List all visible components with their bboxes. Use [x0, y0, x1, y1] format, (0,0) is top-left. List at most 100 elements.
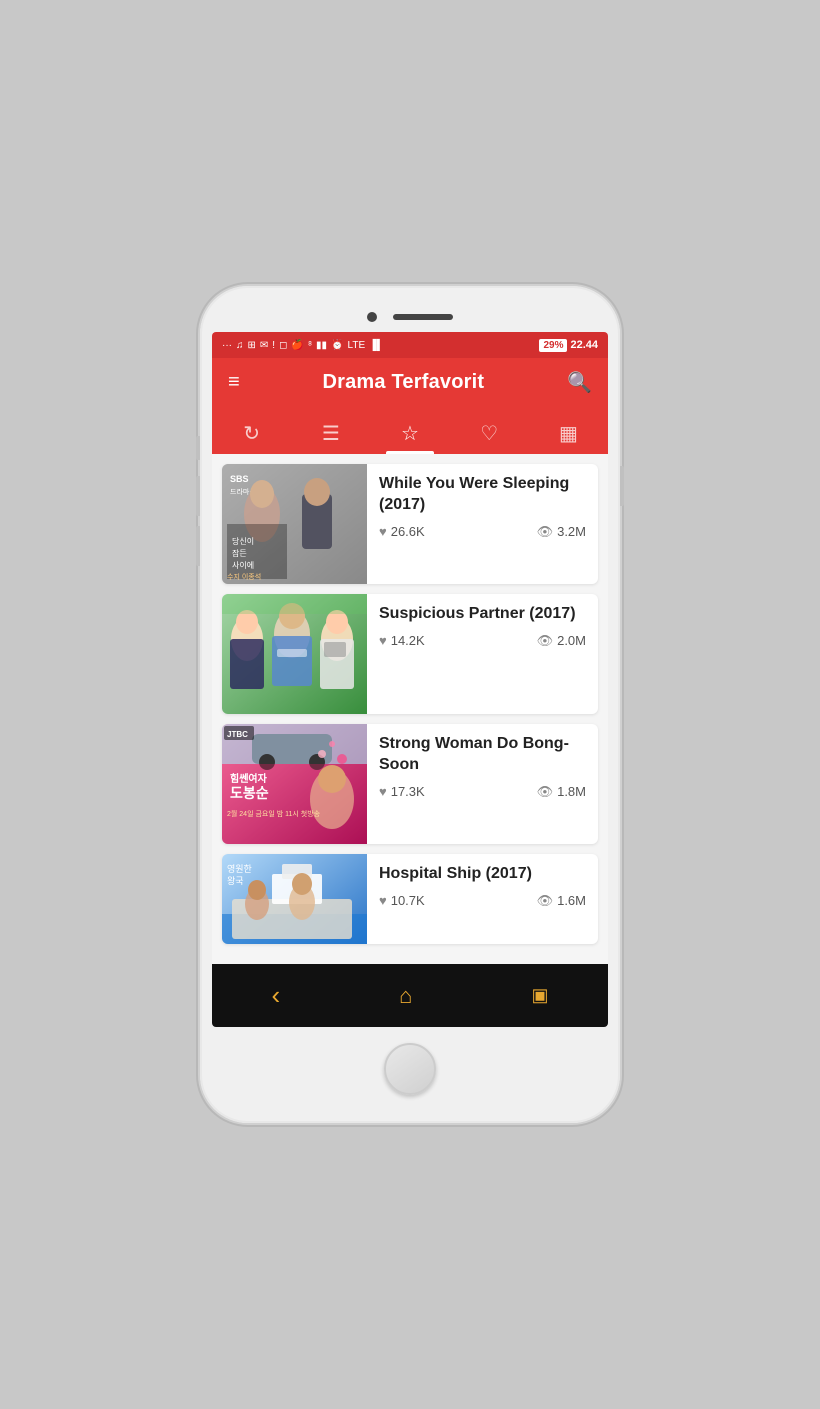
likes-stat-1: ♥ 26.6K: [379, 524, 425, 539]
status-left-icons: ··· ♫ ⊞ ✉ ! ◻ 🍎 ⁸ ▮▮ ⏰ LTE ▐▌: [222, 340, 383, 351]
svg-text:사이에: 사이에: [232, 560, 254, 570]
likes-count-2: 14.2K: [391, 633, 425, 648]
views-count-2: 2.0M: [557, 633, 586, 648]
status-icon-photo: ⊞: [248, 340, 256, 351]
back-button[interactable]: ‹: [252, 976, 301, 1015]
eye-icon-2: 👁: [537, 633, 554, 649]
tab-star[interactable]: ☆: [370, 413, 449, 454]
content-area: SBS 드라마스페셜 당신이 잠든 사이에 수지 이종석: [212, 454, 608, 964]
svg-text:수지 이종석: 수지 이종석: [227, 572, 261, 581]
svg-text:2월 24일 금요일 밤 11시 첫방송: 2월 24일 금요일 밤 11시 첫방송: [227, 809, 321, 818]
recent-apps-button[interactable]: ▣: [511, 981, 568, 1010]
phone-shell: ··· ♫ ⊞ ✉ ! ◻ 🍎 ⁸ ▮▮ ⏰ LTE ▐▌ 29% 22.44 …: [200, 286, 620, 1123]
drama-card-4-info: Hospital Ship (2017) ♥ 10.7K 👁 1.6M: [367, 854, 598, 944]
battery-indicator: 29%: [539, 339, 567, 352]
likes-stat-4: ♥ 10.7K: [379, 893, 425, 908]
status-icon-lte: LTE: [348, 340, 366, 351]
app-title: Drama Terfavorit: [322, 371, 484, 394]
heart-stat-icon-2: ♥: [379, 633, 387, 648]
tab-heart[interactable]: ♡: [450, 413, 529, 454]
status-icon-mail: ✉: [260, 340, 268, 351]
drama-stats-3: ♥ 17.3K 👁 1.8M: [379, 784, 586, 800]
eye-icon-1: 👁: [537, 524, 554, 540]
svg-text:왕국: 왕국: [227, 876, 244, 886]
refresh-icon: ↻: [243, 421, 260, 446]
likes-stat-3: ♥ 17.3K: [379, 784, 425, 799]
views-count-1: 3.2M: [557, 524, 586, 539]
drama-poster-1: SBS 드라마스페셜 당신이 잠든 사이에 수지 이종석: [222, 464, 367, 584]
tab-refresh[interactable]: ↻: [212, 413, 291, 454]
status-time: 22.44: [570, 339, 598, 351]
views-count-4: 1.6M: [557, 893, 586, 908]
heart-stat-icon-1: ♥: [379, 524, 387, 539]
svg-text:당신이: 당신이: [232, 536, 254, 546]
drama-card-1-info: While You Were Sleeping (2017) ♥ 26.6K 👁…: [367, 464, 598, 584]
status-icon-alert: !: [272, 340, 275, 351]
home-button-nav[interactable]: ⌂: [379, 979, 432, 1013]
speaker: [393, 314, 453, 320]
drama-card-4[interactable]: 영원한 왕국 Hospital Ship (2017) ♥ 10.7K 👁 1.…: [222, 854, 598, 944]
drama-stats-2: ♥ 14.2K 👁 2.0M: [379, 633, 586, 649]
eye-icon-3: 👁: [537, 784, 554, 800]
bottom-nav: ‹ ⌂ ▣: [212, 964, 608, 1027]
drama-card-2-info: Suspicious Partner (2017) ♥ 14.2K 👁 2.0M: [367, 594, 598, 714]
status-icon-signal: ▮▮: [316, 340, 327, 351]
star-icon: ☆: [401, 421, 419, 446]
drama-stats-4: ♥ 10.7K 👁 1.6M: [379, 893, 586, 909]
status-icon-signal-bars: ▐▌: [369, 340, 383, 351]
likes-count-4: 10.7K: [391, 893, 425, 908]
phone-top-bar: [212, 306, 608, 332]
views-stat-4: 👁 1.6M: [537, 893, 586, 909]
phone-screen: ··· ♫ ⊞ ✉ ! ◻ 🍎 ⁸ ▮▮ ⏰ LTE ▐▌ 29% 22.44 …: [212, 332, 608, 1027]
volume-down-button[interactable]: [196, 526, 200, 566]
camera: [367, 312, 377, 322]
physical-home-button[interactable]: [384, 1043, 436, 1095]
drama-title-4: Hospital Ship (2017): [379, 864, 586, 885]
phone-bottom: [212, 1027, 608, 1103]
views-stat-1: 👁 3.2M: [537, 524, 586, 540]
views-stat-2: 👁 2.0M: [537, 633, 586, 649]
svg-text:잠든: 잠든: [232, 548, 247, 558]
drama-card-3[interactable]: JTBC 힘쎈여자 도봉순 2월 24일 금요일 밤 11시 첫방송: [222, 724, 598, 844]
drama-card-3-info: Strong Woman Do Bong-Soon ♥ 17.3K 👁 1.8M: [367, 724, 598, 844]
power-button[interactable]: [620, 466, 624, 506]
svg-text:SBS: SBS: [230, 474, 249, 484]
heart-icon: ♡: [480, 421, 498, 446]
svg-text:JTBC: JTBC: [227, 730, 248, 739]
tab-gallery[interactable]: ▦: [529, 413, 608, 454]
list-icon: ☰: [322, 421, 340, 446]
drama-stats-1: ♥ 26.6K 👁 3.2M: [379, 524, 586, 540]
tab-list[interactable]: ☰: [291, 413, 370, 454]
likes-stat-2: ♥ 14.2K: [379, 633, 425, 648]
drama-title-2: Suspicious Partner (2017): [379, 604, 586, 625]
svg-text:도봉순: 도봉순: [230, 785, 269, 801]
mute-button[interactable]: [196, 436, 200, 460]
search-icon[interactable]: 🔍: [567, 370, 592, 395]
status-bar: ··· ♫ ⊞ ✉ ! ◻ 🍎 ⁸ ▮▮ ⏰ LTE ▐▌ 29% 22.44: [212, 332, 608, 358]
views-count-3: 1.8M: [557, 784, 586, 799]
drama-poster-2: [222, 594, 367, 714]
status-right: 29% 22.44: [539, 339, 598, 352]
drama-poster-4: 영원한 왕국: [222, 854, 367, 944]
drama-title-1: While You Were Sleeping (2017): [379, 474, 586, 516]
status-icon-dots: ···: [222, 340, 232, 351]
drama-card-2[interactable]: Suspicious Partner (2017) ♥ 14.2K 👁 2.0M: [222, 594, 598, 714]
app-header: ≡ Drama Terfavorit 🔍: [212, 358, 608, 407]
gallery-icon: ▦: [559, 421, 578, 446]
tab-bar: ↻ ☰ ☆ ♡ ▦: [212, 407, 608, 454]
drama-card-1[interactable]: SBS 드라마스페셜 당신이 잠든 사이에 수지 이종석: [222, 464, 598, 584]
drama-poster-3: JTBC 힘쎈여자 도봉순 2월 24일 금요일 밤 11시 첫방송: [222, 724, 367, 844]
volume-up-button[interactable]: [196, 476, 200, 516]
eye-icon-4: 👁: [537, 893, 554, 909]
hamburger-menu-icon[interactable]: ≡: [228, 371, 240, 394]
status-icon-spotify: ♫: [236, 340, 244, 351]
heart-stat-icon-4: ♥: [379, 893, 387, 908]
status-icon-apple: 🍎: [291, 340, 303, 351]
svg-text:힘쎈여자: 힘쎈여자: [230, 772, 268, 785]
views-stat-3: 👁 1.8M: [537, 784, 586, 800]
likes-count-3: 17.3K: [391, 784, 425, 799]
heart-stat-icon-3: ♥: [379, 784, 387, 799]
svg-text:영원한: 영원한: [227, 864, 252, 874]
likes-count-1: 26.6K: [391, 524, 425, 539]
status-icon-alarm: ⏰: [331, 340, 343, 351]
